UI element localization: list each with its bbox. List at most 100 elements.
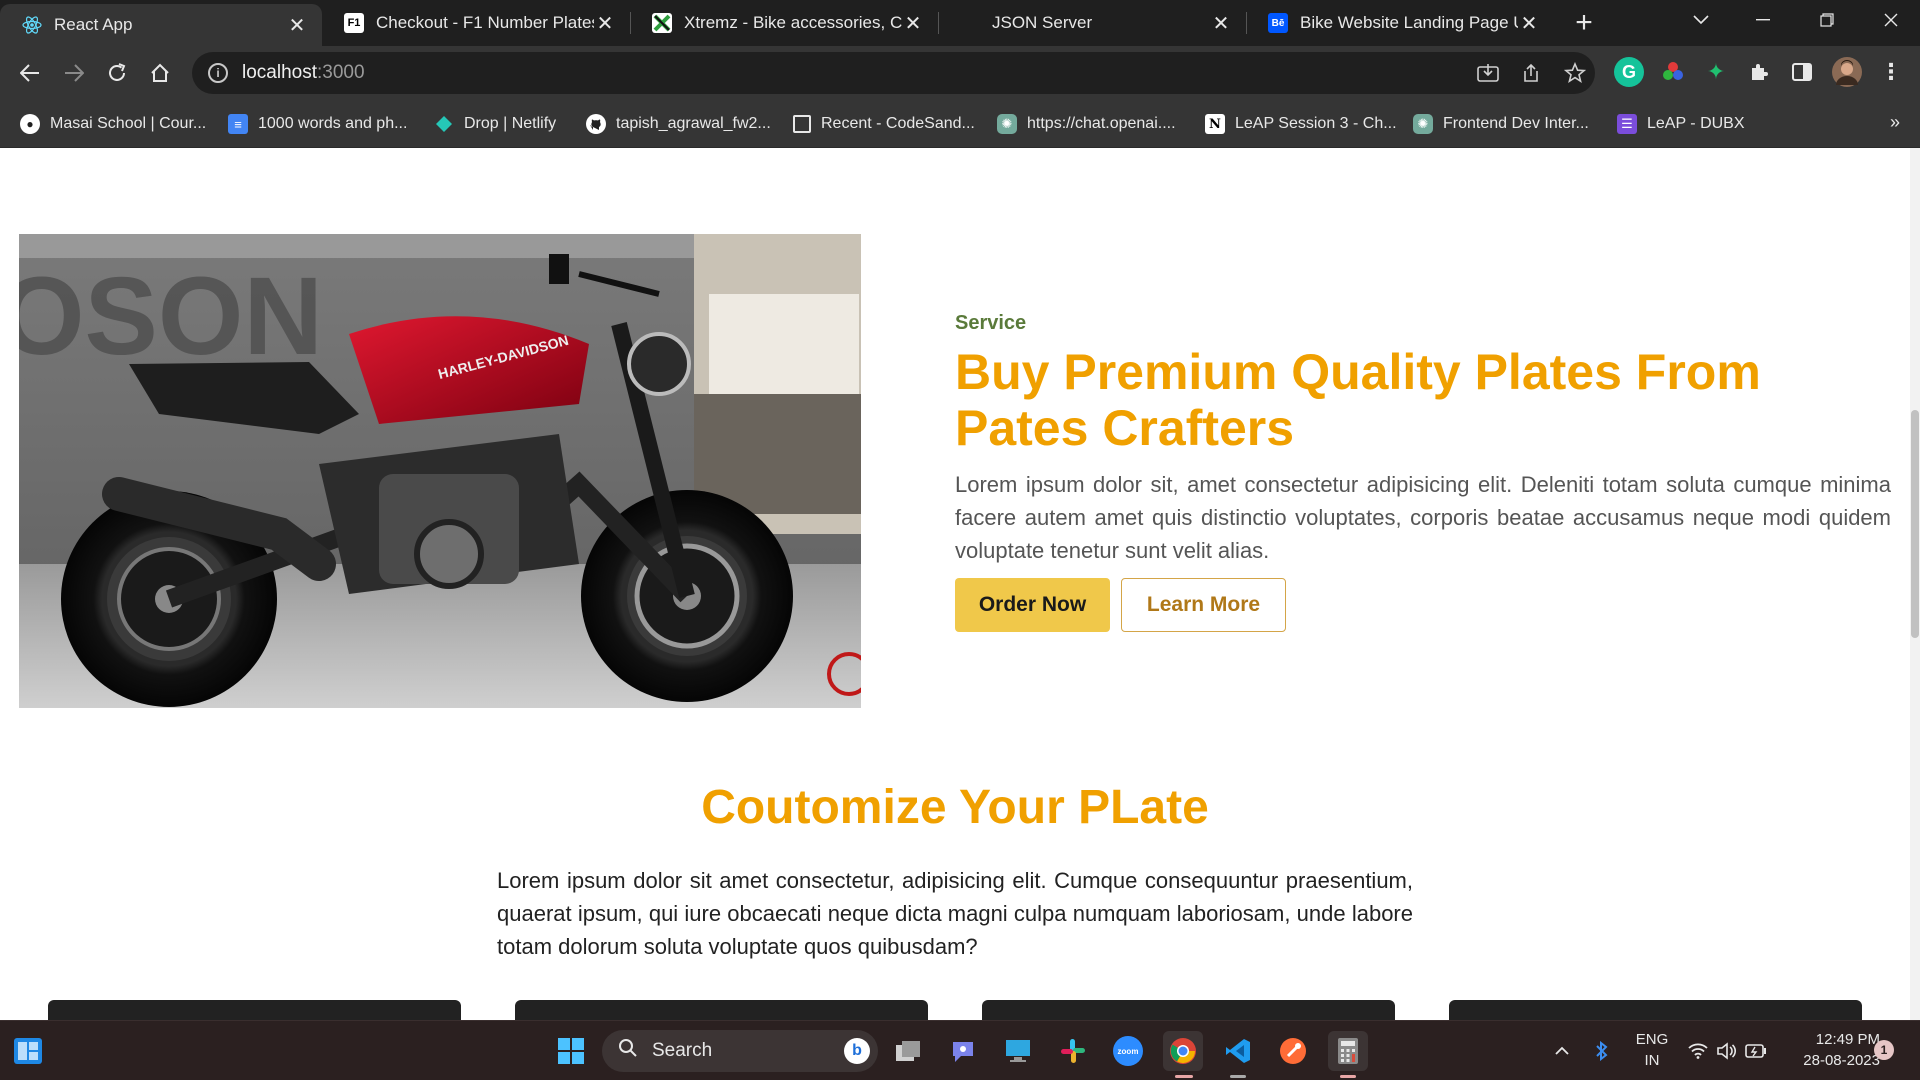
browser-tab-strip: React App ✕ F1 Checkout - F1 Number Plat… [0,0,1920,46]
bookmark-label: Recent - CodeSand... [821,115,975,132]
side-panel-icon[interactable] [1787,57,1817,87]
netlify-icon [434,114,454,134]
bird-extension-icon[interactable]: ✦ [1701,57,1731,87]
hero-title: Buy Premium Quality Plates From Pates Cr… [955,344,1761,456]
bookmark-label: Drop | Netlify [464,115,557,132]
bookmark-label: Masai School | Cour... [50,115,207,132]
running-indicator [1230,1075,1246,1078]
react-icon [22,15,42,35]
back-button[interactable] [12,55,48,91]
reload-button[interactable] [99,55,135,91]
bookmark-leap-session[interactable]: N LeAP Session 3 - Ch... [1205,112,1397,136]
tab-close-icon[interactable]: ✕ [1518,12,1540,35]
tab-xtremz[interactable]: Xtremz - Bike accessories, Car a ✕ [630,0,938,46]
bookmark-github[interactable]: tapish_agrawal_fw2... [586,112,771,136]
new-tab-button[interactable]: + [1568,8,1600,40]
plate-card[interactable] [515,1000,928,1020]
tab-close-icon[interactable]: ✕ [286,14,308,37]
scrollbar-thumb[interactable] [1911,410,1919,638]
customize-section-description: Lorem ipsum dolor sit amet consectetur, … [497,868,1413,959]
teams-chat-icon[interactable] [943,1031,983,1071]
order-now-button[interactable]: Order Now [955,578,1110,632]
bookmark-chatgpt[interactable]: ✺ https://chat.openai.... [997,112,1176,136]
forward-button[interactable] [56,55,92,91]
bookmark-label: https://chat.openai.... [1027,115,1176,132]
extensions-puzzle-icon[interactable] [1744,57,1774,87]
calculator-icon[interactable] [1328,1031,1368,1071]
tab-json-server[interactable]: JSON Server ✕ [938,0,1246,46]
battery-icon[interactable] [1742,1021,1770,1080]
plate-card[interactable] [982,1000,1395,1020]
home-button[interactable] [142,55,178,91]
site-info-icon[interactable]: i [208,63,228,83]
docs-icon: ≡ [228,114,248,134]
tab-bike-website[interactable]: Bē Bike Website Landing Page Ui D ✕ [1246,0,1554,46]
plate-card[interactable] [48,1000,461,1020]
minimize-button[interactable] [1734,0,1792,40]
clock-date: 28-08-2023 [1803,1052,1880,1069]
close-window-button[interactable] [1862,0,1920,40]
bookmarks-bar: ● Masai School | Cour... ≡ 1000 words an… [0,100,1920,148]
tab-close-icon[interactable]: ✕ [902,12,924,35]
bookmark-label: 1000 words and ph... [258,115,408,132]
browser-menu-icon[interactable]: ⋮ [1876,57,1906,87]
masai-icon: ● [20,114,40,134]
tab-title: React App [54,15,133,34]
address-bar[interactable]: i localhost:3000 [192,52,1595,94]
widgets-icon[interactable] [8,1031,48,1071]
bluetooth-icon[interactable] [1588,1021,1616,1080]
hero-description: Lorem ipsum dolor sit, amet consectetur … [955,472,1891,563]
browser-toolbar: i localhost:3000 G ✦ ⋮ [0,46,1920,100]
bookmark-codesandbox[interactable]: Recent - CodeSand... [793,112,975,136]
postman-icon[interactable] [1273,1031,1313,1071]
remote-desktop-icon[interactable] [998,1031,1038,1071]
bookmarks-overflow-icon[interactable]: » [1890,112,1900,133]
show-hidden-icons-chevron-icon[interactable] [1548,1021,1576,1080]
page-viewport: OSON HARLEY-DAVIDSON Service Buy Premium… [0,148,1910,1020]
search-label: Search [652,1040,713,1061]
tab-close-icon[interactable]: ✕ [594,12,616,35]
learn-more-button[interactable]: Learn More [1121,578,1286,632]
customize-section-title: Coutomize Your PLate [701,781,1209,834]
language-indicator[interactable]: ENG IN [1630,1029,1674,1071]
tab-close-icon[interactable]: ✕ [1210,12,1232,35]
profile-avatar[interactable] [1832,57,1862,87]
bing-icon[interactable]: b [844,1038,870,1064]
taskbar-search-box[interactable]: Search b [602,1030,878,1072]
codesandbox-icon [793,115,811,133]
tab-title: Checkout - F1 Number Plates [376,13,594,32]
share-icon[interactable] [1513,55,1549,91]
bookmark-label: LeAP - DUBX [1647,115,1745,132]
restore-button[interactable] [1798,0,1856,40]
tab-checkout[interactable]: F1 Checkout - F1 Number Plates ✕ [322,0,630,46]
install-app-icon[interactable] [1470,55,1506,91]
bookmark-star-icon[interactable] [1557,55,1593,91]
bookmark-masai[interactable]: ● Masai School | Cour... [20,112,206,136]
chrome-icon[interactable] [1163,1031,1203,1071]
windows-start-icon[interactable] [551,1031,591,1071]
taskbar-clock[interactable]: 12:49 PM 28-08-2023 [1780,1029,1880,1071]
slack-icon[interactable] [1053,1031,1093,1071]
notification-badge[interactable]: 1 [1874,1040,1894,1060]
task-view-icon[interactable] [888,1031,928,1071]
bookmark-docs[interactable]: ≡ 1000 words and ph... [228,112,407,136]
page-scrollbar[interactable] [1910,148,1920,1020]
svg-text:OSON: OSON [19,255,323,378]
plate-card[interactable] [1449,1000,1862,1020]
notion-icon: N [1205,114,1225,134]
color-picker-icon[interactable] [1658,57,1688,87]
grammarly-icon[interactable]: G [1614,57,1644,87]
bookmark-frontend-dev[interactable]: ✺ Frontend Dev Inter... [1413,112,1589,136]
hero-motorcycle-image: OSON HARLEY-DAVIDSON [19,234,861,708]
tab-search-chevron-icon[interactable] [1672,0,1730,40]
vscode-icon[interactable] [1218,1031,1258,1071]
wifi-icon[interactable] [1684,1021,1712,1080]
bookmark-leap-dubx[interactable]: ☰ LeAP - DUBX [1617,112,1745,136]
running-indicator [1340,1075,1356,1078]
volume-icon[interactable] [1712,1021,1740,1080]
tab-react-app[interactable]: React App ✕ [0,4,322,46]
bookmark-netlify[interactable]: Drop | Netlify [434,112,556,136]
zoom-icon[interactable]: zoom [1108,1031,1148,1071]
bookmark-label: tapish_agrawal_fw2... [616,115,771,132]
bookmark-label: Frontend Dev Inter... [1443,115,1589,132]
